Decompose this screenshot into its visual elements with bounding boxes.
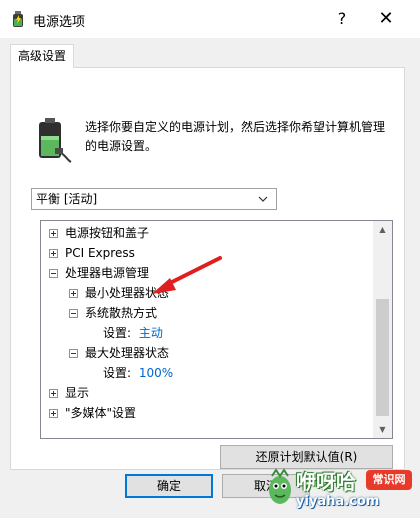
expand-icon[interactable] bbox=[49, 409, 58, 418]
collapse-icon[interactable] bbox=[69, 349, 78, 358]
tree-item-label: 电源按钮和盖子 bbox=[65, 226, 150, 240]
scroll-down-icon[interactable]: ▼ bbox=[373, 421, 392, 438]
collapse-icon[interactable] bbox=[69, 309, 78, 318]
tree-item-max-processor-state[interactable]: 最大处理器状态 bbox=[69, 343, 369, 363]
tree-item-system-cooling-policy[interactable]: 系统散热方式 bbox=[69, 303, 369, 323]
intro-text: 选择你要自定义的电源计划，然后选择你希望计算机管理的电源设置。 bbox=[85, 120, 386, 153]
tree-item-label: 最大处理器状态 bbox=[85, 346, 170, 360]
expand-icon[interactable] bbox=[49, 229, 58, 238]
ok-button[interactable]: 确定 bbox=[125, 474, 213, 498]
expand-icon[interactable] bbox=[49, 389, 58, 398]
tree-item-max-state-setting[interactable]: 设置: 100% bbox=[103, 363, 363, 383]
chevron-down-icon bbox=[258, 196, 268, 202]
cooling-setting-value[interactable]: 主动 bbox=[139, 326, 163, 340]
annotation-arrow-icon bbox=[152, 256, 222, 294]
tree-item-cooling-setting[interactable]: 设置: 主动 bbox=[103, 323, 363, 343]
tree-item-power-buttons-lid[interactable]: 电源按钮和盖子 bbox=[49, 223, 369, 243]
watermark-text: 咿呀哈 bbox=[296, 470, 356, 494]
scrollbar-thumb[interactable] bbox=[376, 299, 389, 416]
watermark: 咿呀哈 常识网 yiyaha.com bbox=[266, 462, 420, 518]
power-plan-dropdown[interactable]: 平衡 [活动] bbox=[31, 188, 277, 210]
power-plan-value: 平衡 [活动] bbox=[36, 192, 98, 206]
tree-item-label: 系统散热方式 bbox=[85, 306, 158, 320]
close-button[interactable]: ✕ bbox=[372, 6, 400, 32]
tree-item-display[interactable]: 显示 bbox=[49, 383, 369, 403]
mascot-logo-icon bbox=[269, 468, 291, 504]
tree-item-label: 处理器电源管理 bbox=[65, 266, 150, 280]
watermark-badge: 常识网 bbox=[366, 470, 412, 490]
tree-item-label: "多媒体"设置 bbox=[65, 406, 137, 420]
watermark-url: yiyaha.com bbox=[296, 494, 380, 509]
tree-item-label: 显示 bbox=[65, 386, 90, 400]
tab-advanced-settings[interactable]: 高级设置 bbox=[10, 44, 74, 68]
power-options-icon bbox=[13, 11, 23, 27]
expand-icon[interactable] bbox=[69, 289, 78, 298]
battery-plug-icon bbox=[39, 118, 72, 163]
tree-item-multimedia[interactable]: "多媒体"设置 bbox=[49, 403, 369, 423]
power-settings-tree[interactable]: 电源按钮和盖子 PCI Express 处理器电源管理 最小处理器状态 系统散热… bbox=[40, 220, 393, 439]
tree-item-label: PCI Express bbox=[65, 246, 135, 260]
expand-icon[interactable] bbox=[49, 249, 58, 258]
setting-label: 设置: bbox=[103, 366, 132, 380]
title-bar: 电源选项 ? ✕ bbox=[0, 0, 420, 38]
collapse-icon[interactable] bbox=[49, 269, 58, 278]
help-button[interactable]: ? bbox=[330, 6, 354, 32]
max-state-setting-value[interactable]: 100% bbox=[139, 366, 173, 380]
setting-label: 设置: bbox=[103, 326, 132, 340]
window-title: 电源选项 bbox=[33, 15, 86, 30]
scroll-up-icon[interactable]: ▲ bbox=[373, 221, 392, 238]
vertical-scrollbar[interactable]: ▲ ▼ bbox=[373, 221, 392, 438]
